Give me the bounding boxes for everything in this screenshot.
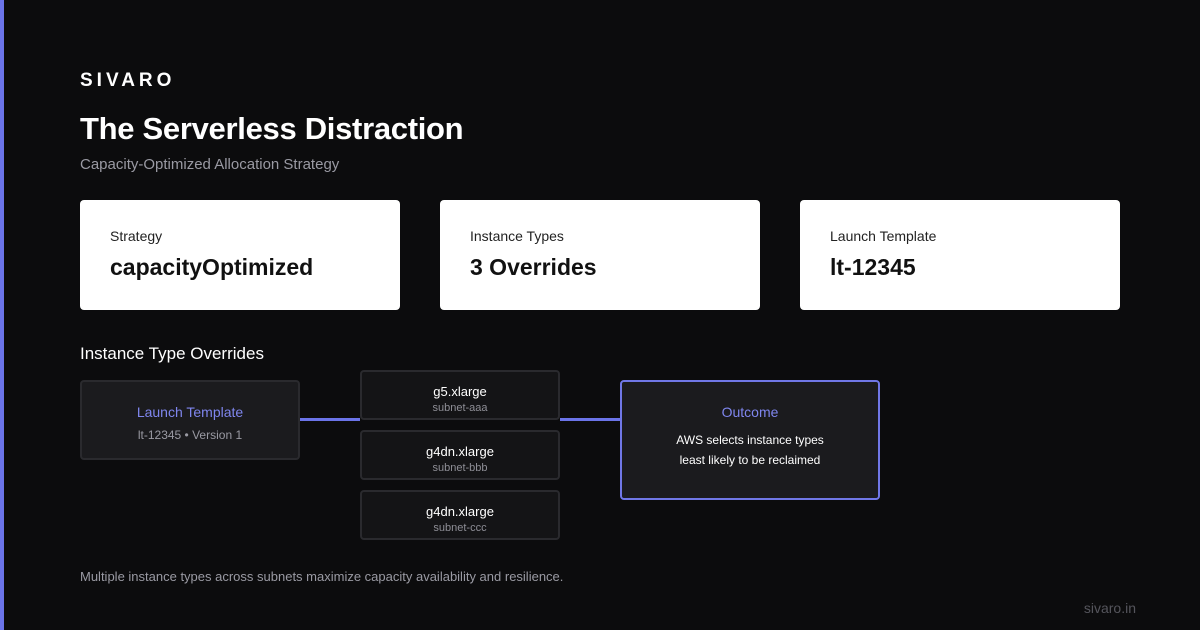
launch-template-title: Launch Template (136, 404, 244, 420)
override-subnet: subnet-ccc (433, 522, 487, 534)
outcome-text: AWS selects instance types least likely … (676, 433, 824, 467)
connector-launch-to-overrides (300, 418, 360, 421)
stat-card-strategy: Strategy capacityOptimized (80, 200, 400, 310)
launch-template-subtitle: lt-12345 • Version 1 (137, 428, 243, 442)
override-instance-type: g4dn.xlarge (426, 444, 494, 459)
stat-card-value: lt-12345 (830, 254, 916, 280)
override-subnet: subnet-aaa (432, 402, 488, 414)
stat-card-label: Launch Template (830, 228, 937, 244)
outcome-title: Outcome (721, 404, 779, 420)
page-subtitle: Capacity-Optimized Allocation Strategy (80, 156, 340, 173)
stat-card-value: 3 Overrides (470, 254, 597, 280)
footer-note: Multiple instance types across subnets m… (80, 569, 564, 584)
override-node: g5.xlarge subnet-aaa (360, 370, 560, 420)
override-node: g4dn.xlarge subnet-ccc (360, 490, 560, 540)
launch-template-node: Launch Template lt-12345 • Version 1 (80, 380, 300, 460)
stat-card-label: Instance Types (470, 228, 564, 244)
section-heading: Instance Type Overrides (80, 344, 264, 363)
site-url: sivaro.in (1083, 600, 1136, 616)
stat-card-label: Strategy (110, 228, 163, 244)
override-subnet: subnet-bbb (432, 462, 488, 474)
accent-bar (0, 0, 4, 630)
page-title: The Serverless Distraction (80, 111, 464, 146)
override-node: g4dn.xlarge subnet-bbb (360, 430, 560, 480)
stat-card-launch-template: Launch Template lt-12345 (800, 200, 1120, 310)
override-instance-type: g5.xlarge (433, 384, 487, 399)
connector-overrides-to-outcome (560, 418, 620, 421)
stat-card-instance-types: Instance Types 3 Overrides (440, 200, 760, 310)
outcome-node: Outcome AWS selects instance types least… (620, 380, 880, 500)
stat-card-value: capacityOptimized (110, 254, 314, 280)
brand-logo: SIVARO (80, 70, 176, 91)
override-instance-type: g4dn.xlarge (426, 504, 494, 519)
